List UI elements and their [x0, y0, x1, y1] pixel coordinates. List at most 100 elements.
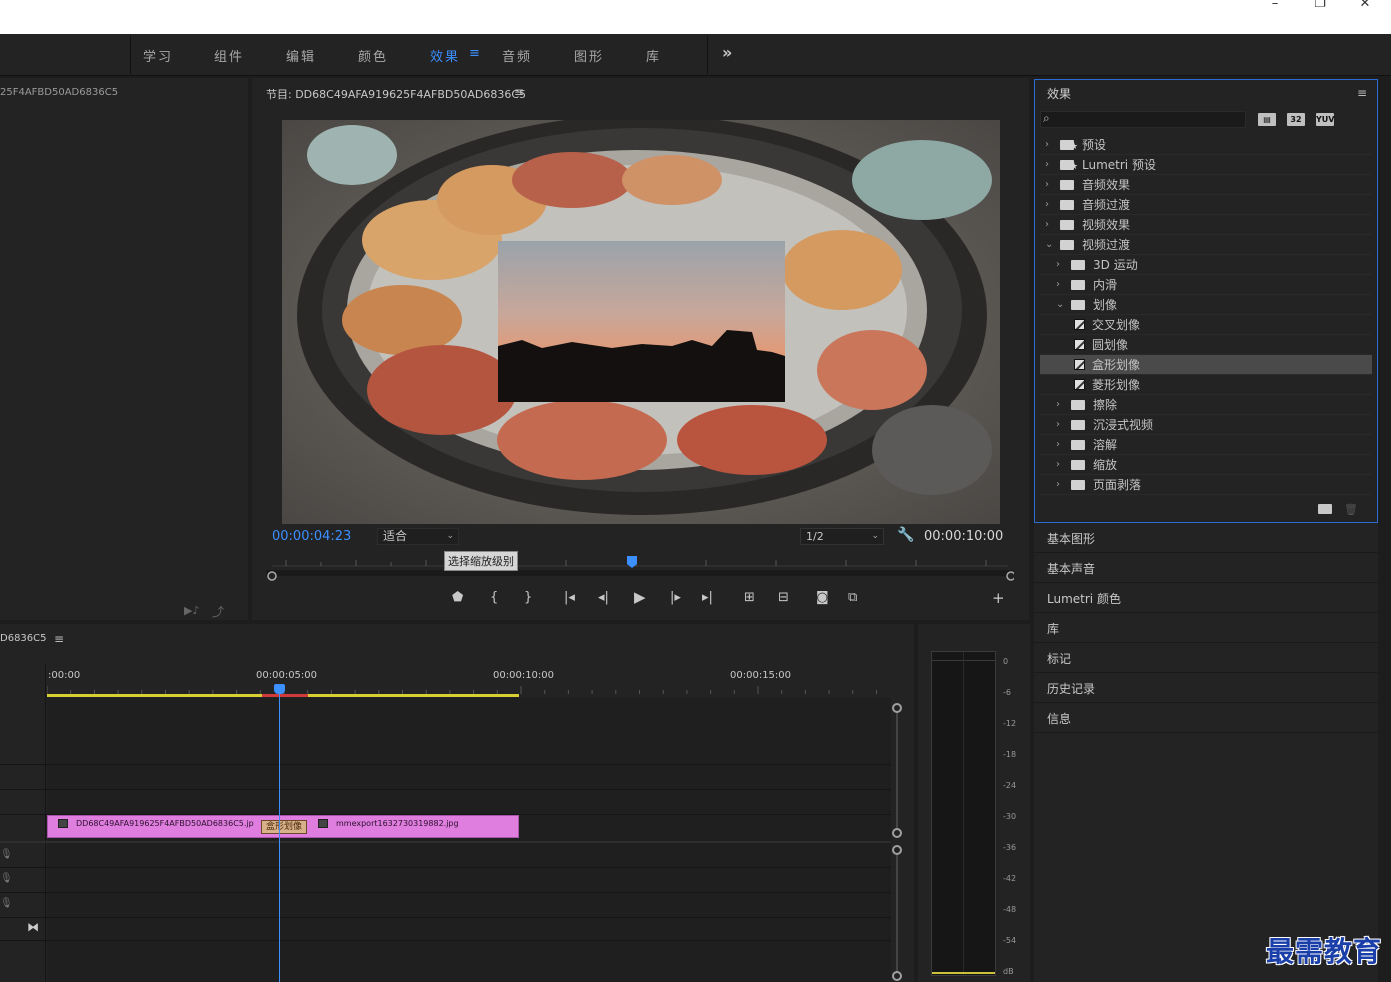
button-editor-plus-icon[interactable]: +: [992, 589, 1005, 607]
chevron-right-icon[interactable]: ›: [1056, 475, 1060, 495]
effects-folder[interactable]: › 擦除: [1040, 395, 1372, 415]
chevron-down-icon[interactable]: ⌄: [1056, 295, 1064, 315]
step-forward-icon[interactable]: |▸: [670, 590, 681, 605]
side-tab-info[interactable]: 信息: [1034, 703, 1378, 733]
workspace-tab-color[interactable]: 颜色: [358, 46, 388, 65]
mic-icon[interactable]: 🎙: [0, 849, 13, 860]
effects-folder[interactable]: ⌄ 划像: [1040, 295, 1372, 315]
effects-folder[interactable]: › 音频过渡: [1040, 195, 1372, 215]
playback-resolution-value: 1/2: [806, 530, 824, 543]
effect-item[interactable]: 菱形划像: [1040, 375, 1372, 395]
effects-search-input[interactable]: [1040, 111, 1246, 128]
scroll-knob[interactable]: [892, 845, 902, 855]
maximize-button[interactable]: ❐: [1298, 0, 1342, 12]
effects-folder[interactable]: › 溶解: [1040, 435, 1372, 455]
scrub-start-handle[interactable]: [267, 571, 277, 581]
side-tab-history[interactable]: 历史记录: [1034, 673, 1378, 703]
scroll-knob[interactable]: [892, 703, 902, 713]
chevron-right-icon[interactable]: ›: [1056, 435, 1060, 455]
mark-in-icon[interactable]: {: [490, 590, 498, 605]
chevron-right-icon[interactable]: ›: [1056, 455, 1060, 475]
yuv-effects-badge[interactable]: YUV: [1316, 113, 1334, 126]
chevron-right-icon[interactable]: ›: [1045, 175, 1049, 195]
chevron-right-icon[interactable]: ›: [1056, 395, 1060, 415]
zoom-fit-select[interactable]: 适合 ⌄: [377, 528, 459, 545]
export-icon[interactable]: ⤴: [212, 603, 224, 620]
program-scrub-bar[interactable]: [266, 554, 1014, 584]
effects-folder[interactable]: › 3D 运动: [1040, 255, 1372, 275]
chevron-right-icon[interactable]: ›: [1056, 275, 1060, 295]
effect-item[interactable]: 圆划像: [1040, 335, 1372, 355]
accelerated-effects-icon[interactable]: ▤: [1258, 113, 1276, 126]
go-to-out-icon[interactable]: ▸|: [702, 590, 713, 605]
audio-track-scrollbar[interactable]: [896, 850, 898, 978]
workspace-tab-graphics[interactable]: 图形: [574, 46, 604, 65]
workspace-overflow-icon[interactable]: »: [722, 43, 732, 62]
side-tab-essential-graphics[interactable]: 基本图形: [1034, 523, 1378, 553]
master-track-icon[interactable]: ⧓: [27, 920, 39, 934]
workspace-tab-assembly[interactable]: 组件: [214, 46, 244, 65]
side-tab-markers[interactable]: 标记: [1034, 643, 1378, 673]
chevron-right-icon[interactable]: ›: [1045, 155, 1049, 175]
go-to-in-icon[interactable]: |◂: [564, 590, 575, 605]
workspace-tab-audio[interactable]: 音频: [502, 46, 532, 65]
effects-folder[interactable]: › 沉浸式视频: [1040, 415, 1372, 435]
chevron-right-icon[interactable]: ›: [1056, 415, 1060, 435]
side-tab-libraries[interactable]: 库: [1034, 613, 1378, 643]
minimize-button[interactable]: –: [1253, 0, 1297, 12]
scrub-end-handle[interactable]: [1006, 571, 1014, 581]
workspace-tab-learn[interactable]: 学习: [143, 46, 173, 65]
export-frame-camera-icon[interactable]: ◙: [816, 590, 829, 605]
side-tab-lumetri-color[interactable]: Lumetri 颜色: [1034, 583, 1378, 613]
effects-folder[interactable]: › 内滑: [1040, 275, 1372, 295]
effects-folder[interactable]: › ★ 预设: [1040, 135, 1372, 155]
timeline-menu-icon[interactable]: ≡: [54, 632, 64, 646]
scroll-knob[interactable]: [892, 971, 902, 981]
delete-trash-icon[interactable]: 🗑: [1344, 503, 1358, 516]
workspace-tab-effects[interactable]: 效果: [430, 46, 460, 65]
effect-item[interactable]: 盒形划像: [1040, 355, 1372, 375]
chevron-right-icon[interactable]: ›: [1045, 135, 1049, 155]
effects-folder[interactable]: › 音频效果: [1040, 175, 1372, 195]
chevron-right-icon[interactable]: ›: [1045, 195, 1049, 215]
effects-folder[interactable]: › 页面剥落: [1040, 475, 1372, 495]
playhead-handle[interactable]: [274, 684, 285, 694]
mic-icon[interactable]: 🎙: [0, 873, 13, 884]
effect-item[interactable]: 交叉划像: [1040, 315, 1372, 335]
step-back-icon[interactable]: ◂|: [598, 590, 609, 605]
mic-icon[interactable]: 🎙: [0, 898, 13, 909]
insert-icon[interactable]: ▶♪: [184, 604, 199, 617]
program-current-timecode[interactable]: 00:00:04:23: [272, 529, 351, 544]
effects-folder[interactable]: › 缩放: [1040, 455, 1372, 475]
new-bin-folder-icon[interactable]: [1318, 504, 1332, 514]
chevron-down-icon[interactable]: ⌄: [1045, 235, 1053, 255]
effects-folder[interactable]: › ★ Lumetri 预设: [1040, 155, 1372, 175]
video-track-scrollbar[interactable]: [896, 707, 898, 833]
playback-resolution-select[interactable]: 1/2 ⌄: [800, 528, 884, 545]
chevron-right-icon[interactable]: ›: [1045, 215, 1049, 235]
close-button[interactable]: ✕: [1343, 0, 1387, 12]
comparison-view-icon[interactable]: ⧉: [848, 590, 857, 605]
lift-icon[interactable]: ⊞: [744, 590, 755, 605]
effects-menu-icon[interactable]: ≡: [1357, 86, 1367, 100]
ruler-label-0: :00:00: [48, 670, 81, 681]
track-divider: [0, 917, 891, 918]
effects-folder[interactable]: › 视频效果: [1040, 215, 1372, 235]
scroll-knob[interactable]: [892, 828, 902, 838]
chevron-right-icon[interactable]: ›: [1056, 255, 1060, 275]
mark-out-icon[interactable]: }: [524, 590, 532, 605]
add-marker-icon[interactable]: ⬟: [452, 590, 463, 605]
workspace-tab-libraries[interactable]: 库: [646, 46, 661, 65]
workspace-menu-icon[interactable]: ≡: [469, 46, 480, 61]
play-icon[interactable]: ▶: [634, 588, 646, 606]
effects-folder[interactable]: ⌄ 视频过渡: [1040, 235, 1372, 255]
transition-iris-box[interactable]: 盒形划像: [261, 820, 307, 834]
workspace-tab-editing[interactable]: 编辑: [286, 46, 316, 65]
side-tab-essential-sound[interactable]: 基本声音: [1034, 553, 1378, 583]
extract-icon[interactable]: ⊟: [778, 590, 789, 605]
settings-wrench-icon[interactable]: 🔧: [897, 527, 914, 543]
transition-effect-icon: [1074, 359, 1085, 370]
program-menu-icon[interactable]: ≡: [514, 85, 524, 99]
32bit-effects-badge[interactable]: 32: [1287, 113, 1305, 126]
program-video-frame[interactable]: [282, 120, 1000, 524]
